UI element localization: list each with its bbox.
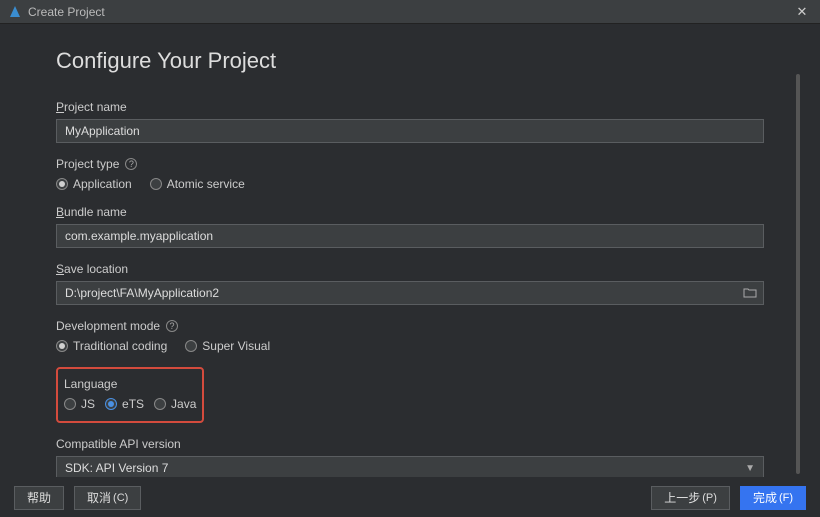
scrollbar[interactable]	[796, 74, 800, 474]
project-name-input[interactable]	[56, 119, 764, 143]
radio-label: Super Visual	[202, 339, 270, 353]
dev-mode-label: Development mode ?	[56, 319, 764, 333]
radio-java[interactable]: Java	[154, 397, 196, 411]
save-location-input[interactable]	[57, 282, 735, 304]
radio-atomic-service[interactable]: Atomic service	[150, 177, 245, 191]
radio-ets[interactable]: eTS	[105, 397, 144, 411]
radio-label: Traditional coding	[73, 339, 167, 353]
radio-dot-icon	[64, 398, 76, 410]
footer: 帮助 取消(C) 上一步(P) 完成(F)	[0, 477, 820, 517]
dev-mode-field: Development mode ? Traditional coding Su…	[56, 319, 764, 353]
project-name-label: Project name	[56, 100, 764, 114]
chevron-down-icon: ▼	[745, 463, 755, 474]
save-location-label: Save location	[56, 262, 764, 276]
project-type-field: Project type ? Application Atomic servic…	[56, 157, 764, 191]
save-location-field: Save location	[56, 262, 764, 305]
page-title: Configure Your Project	[56, 48, 764, 74]
window-title: Create Project	[28, 5, 105, 19]
folder-icon[interactable]	[743, 287, 757, 299]
radio-label: eTS	[122, 397, 144, 411]
help-icon[interactable]: ?	[166, 320, 178, 332]
radio-label: Java	[171, 397, 196, 411]
finish-button[interactable]: 完成(F)	[740, 486, 806, 510]
help-button[interactable]: 帮助	[14, 486, 64, 510]
close-icon[interactable]: ✕	[792, 4, 812, 20]
project-type-label: Project type ?	[56, 157, 764, 171]
language-highlight: Language JS eTS Java	[56, 367, 204, 423]
project-name-field: Project name	[56, 100, 764, 143]
radio-label: Application	[73, 177, 132, 191]
cancel-button[interactable]: 取消(C)	[74, 486, 141, 510]
radio-dot-icon	[154, 398, 166, 410]
help-icon[interactable]: ?	[125, 158, 137, 170]
previous-button[interactable]: 上一步(P)	[651, 486, 730, 510]
radio-label: JS	[81, 397, 95, 411]
app-logo-icon	[8, 5, 22, 19]
radio-dot-icon	[150, 178, 162, 190]
language-label: Language	[64, 377, 192, 391]
radio-js[interactable]: JS	[64, 397, 95, 411]
compat-api-field: Compatible API version SDK: API Version …	[56, 437, 764, 477]
radio-traditional-coding[interactable]: Traditional coding	[56, 339, 167, 353]
radio-label: Atomic service	[167, 177, 245, 191]
radio-super-visual[interactable]: Super Visual	[185, 339, 270, 353]
bundle-name-input[interactable]	[56, 224, 764, 248]
radio-dot-icon	[56, 178, 68, 190]
radio-dot-icon	[56, 340, 68, 352]
radio-dot-icon	[105, 398, 117, 410]
titlebar: Create Project ✕	[0, 0, 820, 24]
bundle-name-field: Bundle name	[56, 205, 764, 248]
compat-api-label: Compatible API version	[56, 437, 764, 451]
bundle-name-label: Bundle name	[56, 205, 764, 219]
radio-application[interactable]: Application	[56, 177, 132, 191]
select-value: SDK: API Version 7	[65, 461, 168, 475]
radio-dot-icon	[185, 340, 197, 352]
compat-api-select[interactable]: SDK: API Version 7 ▼	[56, 456, 764, 477]
main-content: Configure Your Project Project name Proj…	[0, 24, 820, 477]
save-location-input-wrapper	[56, 281, 764, 305]
